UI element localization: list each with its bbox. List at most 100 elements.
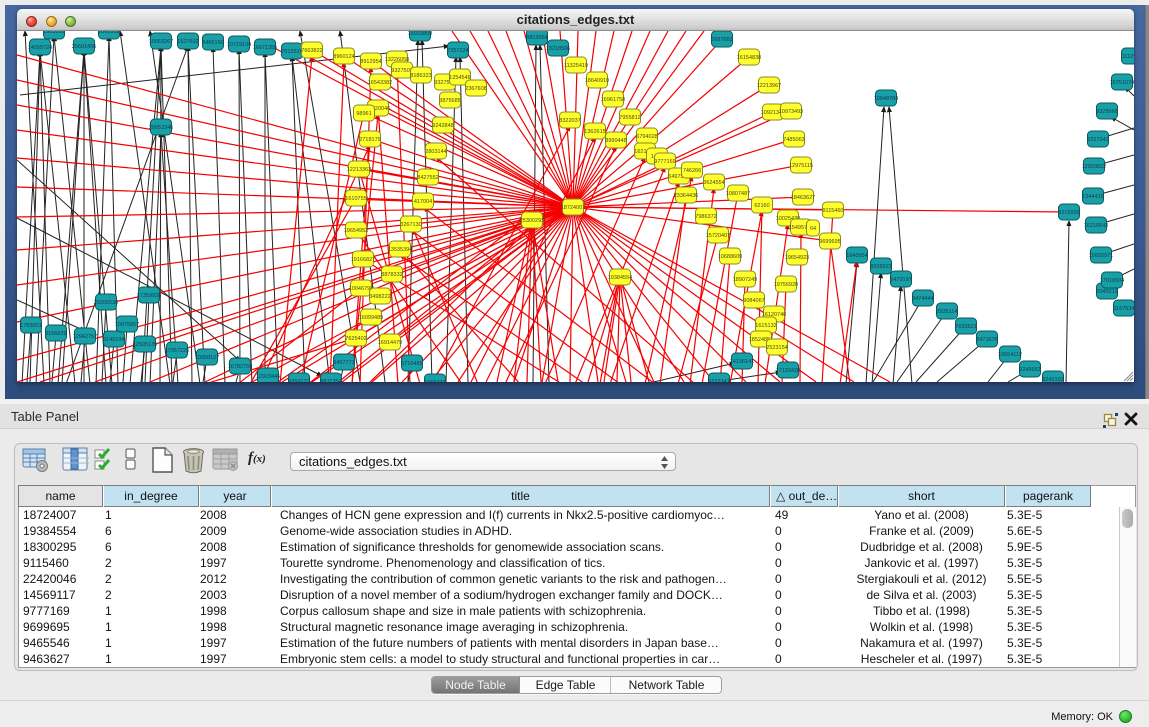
svg-text:16099489: 16099489 bbox=[359, 315, 383, 321]
svg-text:1145194: 1145194 bbox=[103, 337, 124, 343]
svg-text:7515526: 7515526 bbox=[281, 49, 302, 55]
svg-text:1903319: 1903319 bbox=[43, 31, 64, 35]
svg-text:29053346: 29053346 bbox=[149, 125, 173, 131]
svg-text:1610755: 1610755 bbox=[345, 196, 366, 202]
svg-text:2523154: 2523154 bbox=[766, 345, 787, 351]
svg-text:19654923: 19654923 bbox=[785, 255, 809, 261]
svg-text:15692971: 15692971 bbox=[1089, 253, 1113, 259]
svg-text:18724007: 18724007 bbox=[561, 205, 585, 211]
svg-text:7632621: 7632621 bbox=[955, 324, 976, 330]
svg-text:2367608: 2367608 bbox=[465, 86, 486, 92]
svg-text:13535394: 13535394 bbox=[388, 247, 412, 253]
svg-text:3267130: 3267130 bbox=[400, 222, 421, 228]
svg-text:14055724: 14055724 bbox=[28, 45, 52, 51]
svg-text:3498222: 3498222 bbox=[369, 294, 390, 300]
svg-text:7357224: 7357224 bbox=[447, 48, 468, 54]
svg-text:10688609: 10688609 bbox=[718, 254, 742, 260]
svg-text:9350121: 9350121 bbox=[288, 379, 309, 382]
svg-text:12942757: 12942757 bbox=[73, 334, 97, 340]
svg-text:10653267: 10653267 bbox=[149, 39, 173, 45]
svg-text:8878332: 8878332 bbox=[381, 272, 402, 278]
svg-text:1065741: 1065741 bbox=[424, 380, 445, 382]
svg-text:3875685: 3875685 bbox=[439, 98, 460, 104]
svg-text:8427552: 8427552 bbox=[417, 175, 438, 181]
svg-text:9242848: 9242848 bbox=[432, 123, 453, 129]
svg-text:10648784: 10648784 bbox=[874, 96, 898, 102]
svg-text:1244415: 1244415 bbox=[1082, 194, 1103, 200]
svg-text:9222341: 9222341 bbox=[708, 379, 729, 382]
svg-text:5716485: 5716485 bbox=[401, 361, 422, 367]
svg-text:1783001: 1783001 bbox=[20, 323, 41, 329]
svg-text:12505135: 12505135 bbox=[133, 342, 157, 348]
svg-text:8186323: 8186323 bbox=[410, 73, 431, 79]
svg-text:9457771: 9457771 bbox=[333, 360, 354, 366]
svg-text:13218506: 13218506 bbox=[546, 46, 570, 52]
svg-text:10807487: 10807487 bbox=[726, 191, 750, 197]
svg-text:18907249: 18907249 bbox=[733, 277, 757, 283]
svg-text:19654952: 19654952 bbox=[344, 228, 368, 234]
svg-text:10975857: 10975857 bbox=[115, 322, 139, 328]
svg-text:1156829: 1156829 bbox=[45, 331, 66, 337]
svg-text:417004: 417004 bbox=[414, 199, 432, 205]
svg-text:8990448: 8990448 bbox=[605, 138, 626, 144]
svg-text:20691406: 20691406 bbox=[72, 44, 96, 50]
svg-text:1167534: 1167534 bbox=[1113, 306, 1134, 312]
svg-text:9329966: 9329966 bbox=[1096, 109, 1117, 115]
svg-text:1112954: 1112954 bbox=[1122, 54, 1134, 60]
svg-text:9115460: 9115460 bbox=[822, 208, 843, 214]
svg-text:6466160: 6466160 bbox=[202, 40, 223, 46]
svg-text:10654112: 10654112 bbox=[998, 352, 1022, 358]
svg-text:3624554: 3624554 bbox=[703, 180, 724, 186]
svg-text:9699695: 9699695 bbox=[819, 239, 840, 245]
svg-text:8938923: 8938923 bbox=[870, 264, 891, 270]
svg-text:1640954: 1640954 bbox=[846, 253, 867, 259]
svg-text:15720407: 15720407 bbox=[706, 233, 730, 239]
svg-text:16154838: 16154838 bbox=[737, 55, 761, 61]
svg-text:17133426: 17133426 bbox=[776, 368, 800, 374]
svg-text:11325419: 11325419 bbox=[564, 63, 588, 69]
svg-text:14136141: 14136141 bbox=[730, 359, 754, 365]
svg-text:15751074: 15751074 bbox=[1110, 80, 1134, 86]
svg-text:6794028: 6794028 bbox=[636, 134, 657, 140]
svg-text:746266: 746266 bbox=[683, 168, 701, 174]
svg-text:7485063: 7485063 bbox=[783, 137, 804, 143]
svg-text:12975115: 12975115 bbox=[789, 163, 813, 169]
svg-text:8960124: 8960124 bbox=[333, 54, 354, 60]
svg-text:17359928: 17359928 bbox=[137, 293, 161, 299]
svg-text:2687682: 2687682 bbox=[711, 37, 732, 43]
svg-text:8215955: 8215955 bbox=[1058, 210, 1079, 216]
svg-text:2935114: 2935114 bbox=[936, 309, 957, 315]
svg-text:9245652: 9245652 bbox=[1019, 367, 1040, 373]
svg-text:8811354: 8811354 bbox=[320, 379, 341, 382]
svg-text:10973493: 10973493 bbox=[779, 109, 803, 115]
svg-text:62160: 62160 bbox=[754, 203, 769, 209]
svg-text:9245103: 9245103 bbox=[1042, 377, 1063, 382]
svg-text:19166827: 19166827 bbox=[351, 257, 375, 263]
svg-text:12093822: 12093822 bbox=[1082, 164, 1106, 170]
svg-text:98961: 98961 bbox=[356, 111, 371, 117]
svg-text:19384554: 19384554 bbox=[608, 275, 632, 281]
svg-text:8322037: 8322037 bbox=[559, 118, 580, 124]
svg-text:2045012: 2045012 bbox=[1096, 289, 1117, 295]
svg-text:17957225: 17957225 bbox=[165, 348, 189, 354]
svg-text:7663822: 7663822 bbox=[301, 48, 322, 54]
svg-text:2065532: 2065532 bbox=[98, 31, 119, 35]
svg-text:23364436: 23364436 bbox=[674, 193, 698, 199]
svg-text:17016504: 17016504 bbox=[1100, 278, 1124, 284]
svg-text:16914479: 16914479 bbox=[378, 340, 402, 346]
svg-text:12213967: 12213967 bbox=[757, 83, 781, 89]
svg-text:16210643: 16210643 bbox=[1084, 223, 1108, 229]
svg-text:9084067: 9084067 bbox=[743, 298, 764, 304]
svg-text:6479197: 6479197 bbox=[890, 277, 911, 283]
svg-text:9777169: 9777169 bbox=[654, 159, 675, 165]
svg-text:9474444: 9474444 bbox=[912, 296, 933, 302]
svg-text:20206536: 20206536 bbox=[94, 300, 118, 306]
svg-text:8912954: 8912954 bbox=[360, 59, 381, 65]
svg-text:16782759: 16782759 bbox=[228, 364, 252, 370]
svg-text:1362615: 1362615 bbox=[584, 129, 605, 135]
svg-text:16543382: 16543382 bbox=[368, 80, 392, 86]
svg-text:8471676: 8471676 bbox=[976, 337, 997, 343]
svg-text:16671355: 16671355 bbox=[253, 45, 277, 51]
svg-text:16961758: 16961758 bbox=[601, 97, 625, 103]
svg-text:9227342: 9227342 bbox=[1087, 137, 1108, 143]
